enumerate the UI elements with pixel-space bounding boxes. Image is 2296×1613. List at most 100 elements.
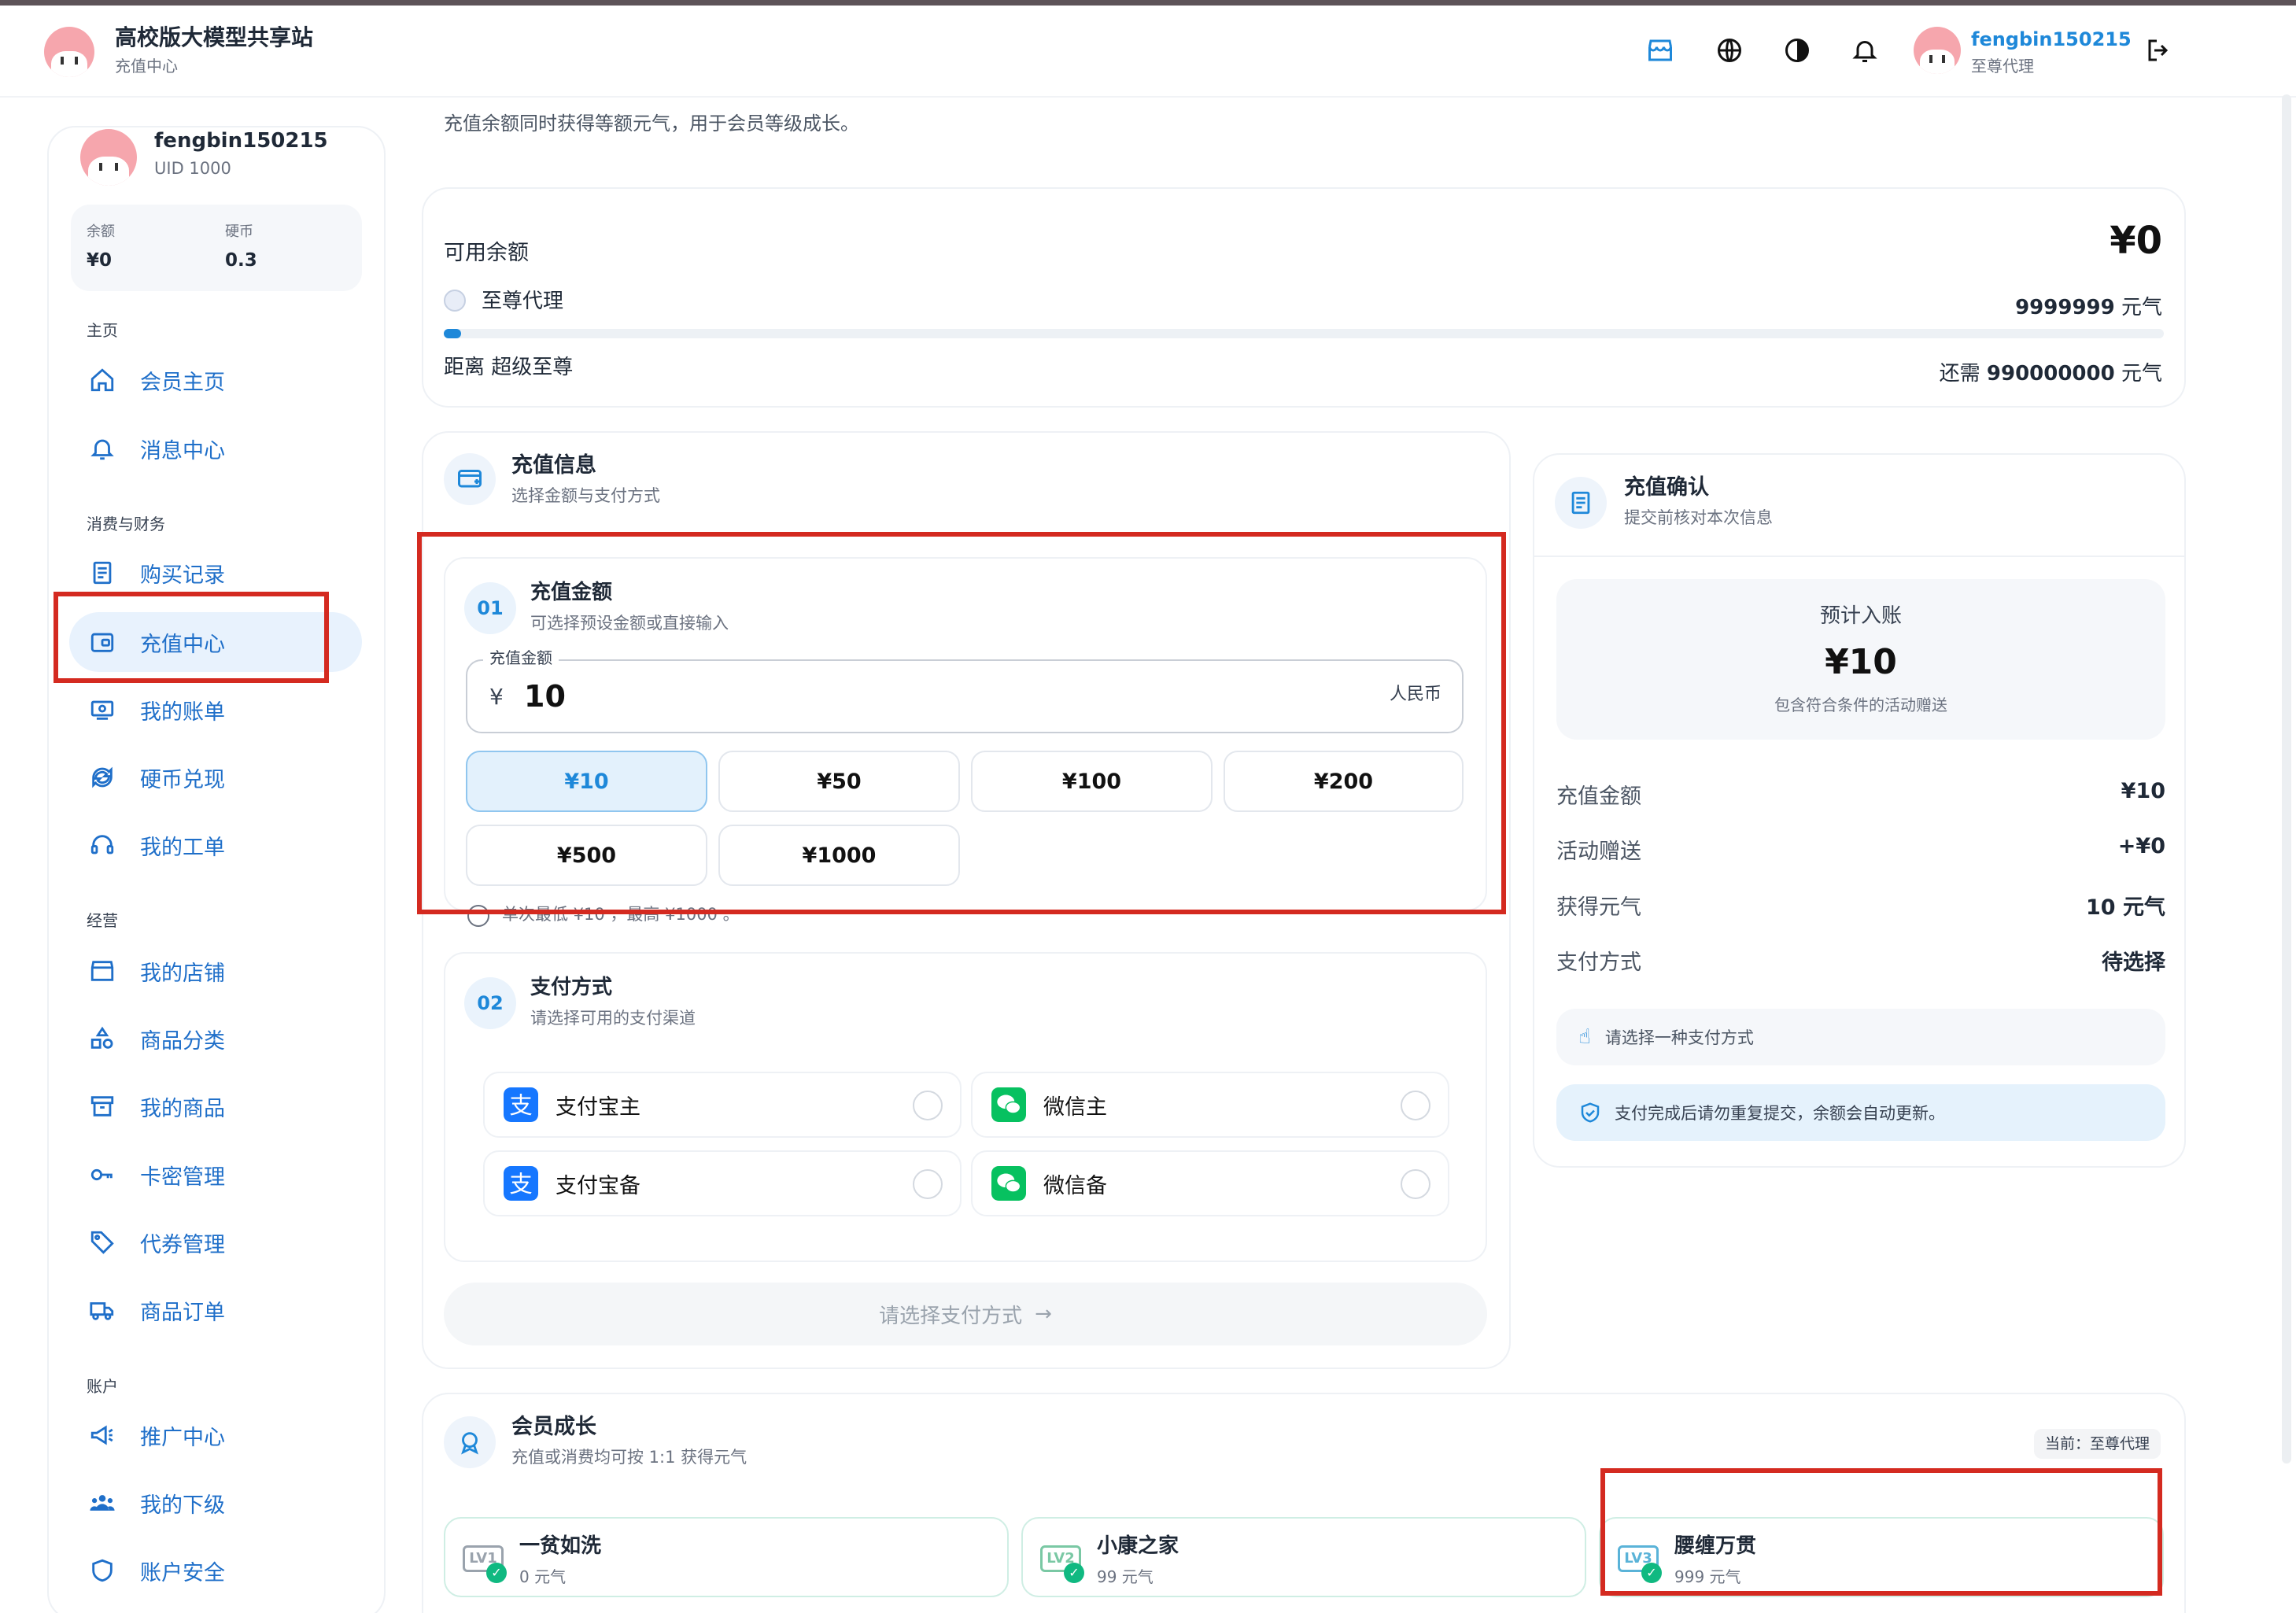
sidebar-item-recharge[interactable]: 充值中心 [69, 612, 362, 672]
sidebar-item-subordinates[interactable]: 我的下级 [69, 1473, 362, 1533]
sidebar-item-coin-exchange[interactable]: 硬币兑现 [69, 747, 362, 807]
sidebar-item-tickets[interactable]: 我的工单 [69, 815, 362, 875]
step-number-badge: 01 [464, 582, 516, 634]
receipt-icon [87, 557, 118, 589]
sidebar-item-label: 我的工单 [140, 835, 225, 860]
points-display: 9999999 元气 [2015, 291, 2162, 320]
sidebar-item-card-keys[interactable]: 卡密管理 [69, 1145, 362, 1205]
available-balance-label: 可用余额 [444, 241, 529, 265]
amount-option-100[interactable]: ¥100 [971, 751, 1213, 812]
bell-icon[interactable] [1851, 36, 1879, 65]
tier-card-1: LV1 ✓ 一贫如洗 0 元气 [444, 1517, 1009, 1597]
radio-button[interactable] [1401, 1091, 1430, 1120]
sidebar-item-label: 卡密管理 [140, 1165, 225, 1190]
payment-step-title: 支付方式 [530, 976, 613, 999]
amount-option-50[interactable]: ¥50 [718, 751, 960, 812]
sidebar-item-label: 商品分类 [140, 1028, 225, 1054]
exchange-icon [87, 762, 118, 793]
sidebar-item-orders[interactable]: 商品订单 [69, 1280, 362, 1340]
amount-input-field[interactable] [466, 659, 1464, 733]
expected-credit-amount: ¥10 [1825, 642, 1897, 682]
shapes-icon [87, 1023, 118, 1054]
sidebar-item-coupons[interactable]: 代券管理 [69, 1213, 362, 1272]
amount-field-label: 充值金额 [483, 650, 559, 666]
tier-name: 一贫如洗 [519, 1534, 602, 1558]
amount-option-10[interactable]: ¥10 [466, 751, 707, 812]
tag-icon [87, 1227, 118, 1258]
tier-card-2: LV2 ✓ 小康之家 99 元气 [1021, 1517, 1586, 1597]
payment-option-wechat-backup[interactable]: 微信备 [971, 1150, 1449, 1216]
sidebar-item-bills[interactable]: 我的账单 [69, 680, 362, 740]
sidebar-avatar [80, 129, 137, 186]
amount-option-1000[interactable]: ¥1000 [718, 825, 960, 886]
sidebar-item-security[interactable]: 账户安全 [69, 1541, 362, 1600]
radio-button[interactable] [913, 1091, 943, 1120]
radio-button[interactable] [1401, 1169, 1430, 1199]
svg-text:支: 支 [509, 1171, 532, 1198]
points-value: 9999999 [2015, 296, 2115, 319]
wallet-icon [87, 626, 118, 658]
confirm-title: 充值确认 [1624, 475, 1709, 500]
need-prefix: 还需 [1939, 362, 1980, 386]
available-balance-amount: ¥0 [2110, 219, 2162, 263]
sidebar-item-categories[interactable]: 商品分类 [69, 1009, 362, 1069]
confirm-row-bonus: 活动赠送 +¥0 [1556, 834, 2165, 864]
currency-symbol: ¥ [489, 684, 504, 710]
nav-section-account: 账户 [87, 1377, 118, 1396]
tap-icon: ☝ [1578, 1025, 1591, 1049]
growth-subtitle: 充值或消费均可按 1:1 获得元气 [511, 1448, 747, 1467]
arrow-right-icon: → [1035, 1302, 1052, 1326]
check-icon: ✓ [486, 1563, 507, 1583]
wechat-icon [991, 1087, 1026, 1122]
need-value: 990000000 [1986, 362, 2115, 386]
radio-button[interactable] [913, 1169, 943, 1199]
page-scrollbar[interactable] [2282, 94, 2291, 1464]
nav-section-business: 经营 [87, 911, 118, 930]
user-avatar[interactable] [1914, 27, 1961, 74]
globe-icon[interactable] [1715, 36, 1744, 65]
confirm-divider [1534, 556, 2184, 557]
expected-credit-note: 包含符合条件的活动赠送 [1774, 696, 1947, 714]
site-logo-avatar[interactable] [44, 27, 94, 77]
recharge-info-title: 充值信息 [511, 453, 596, 478]
amount-option-200[interactable]: ¥200 [1224, 751, 1464, 812]
step-number-badge: 02 [464, 977, 516, 1029]
header-username[interactable]: fengbin150215 [1971, 30, 2132, 49]
balance-card [422, 187, 2186, 408]
alipay-icon: 支 [504, 1166, 538, 1201]
logout-icon[interactable] [2145, 36, 2173, 65]
amount-input-value[interactable]: 10 [524, 681, 566, 711]
shield-check-icon [1581, 1102, 1600, 1123]
submit-button[interactable]: 请选择支付方式 → [444, 1283, 1487, 1345]
sidebar-item-member-home[interactable]: 会员主页 [69, 350, 362, 410]
confirm-subtitle: 提交前核对本次信息 [1624, 508, 1773, 527]
level-badge-icon [444, 290, 466, 312]
users-icon [87, 1487, 118, 1519]
nav-section-home: 主页 [87, 321, 118, 340]
level-progress-track [444, 329, 2164, 338]
sidebar-item-purchases[interactable]: 购买记录 [69, 543, 362, 603]
key-icon [87, 1159, 118, 1190]
theme-contrast-icon[interactable] [1783, 36, 1811, 65]
confirm-row-method: 支付方式 待选择 [1556, 950, 2165, 975]
header-user-role: 至尊代理 [1971, 57, 2034, 76]
sidebar-item-promotion[interactable]: 推广中心 [69, 1405, 362, 1465]
payment-option-alipay-backup[interactable]: 支支付宝备 [483, 1150, 962, 1216]
check-icon: ✓ [1064, 1563, 1084, 1583]
sidebar-item-my-store[interactable]: 我的店铺 [69, 941, 362, 1001]
points-unit: 元气 [2121, 296, 2162, 319]
payment-option-wechat-main[interactable]: 微信主 [971, 1072, 1449, 1138]
payment-option-alipay-main[interactable]: 支支付宝主 [483, 1072, 962, 1138]
tier-name: 小康之家 [1097, 1534, 1179, 1558]
document-icon [1555, 477, 1607, 529]
sidebar-item-label: 消息中心 [140, 438, 225, 463]
sidebar-item-my-products[interactable]: 我的商品 [69, 1076, 362, 1136]
site-title[interactable]: 高校版大模型共享站 [115, 27, 313, 49]
current-level-badge: 当前：至尊代理 [2033, 1429, 2161, 1459]
sidebar-item-messages[interactable]: 消息中心 [69, 419, 362, 478]
sidebar-item-label: 我的下级 [140, 1493, 225, 1518]
megaphone-icon [87, 1419, 118, 1451]
sidebar-item-label: 推广中心 [140, 1425, 225, 1450]
store-icon[interactable] [1646, 36, 1674, 65]
amount-option-500[interactable]: ¥500 [466, 825, 707, 886]
